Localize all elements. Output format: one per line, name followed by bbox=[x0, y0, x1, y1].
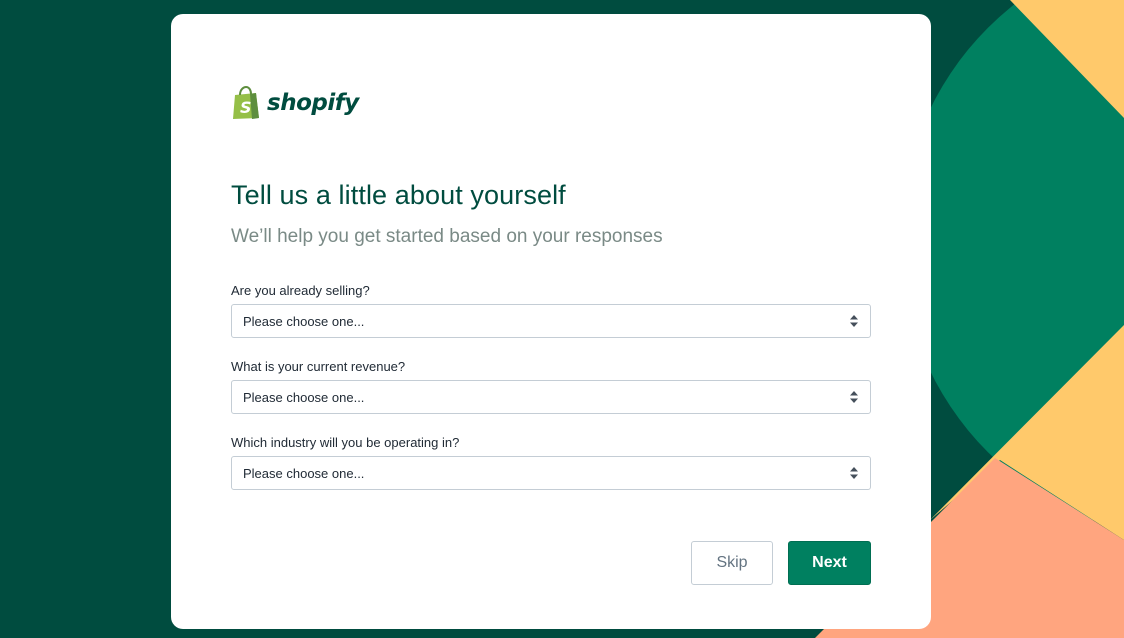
page-title: Tell us a little about yourself bbox=[231, 180, 566, 210]
field-current-revenue: What is your current revenue? Please cho… bbox=[231, 359, 871, 414]
select-arrows-icon bbox=[850, 391, 858, 403]
select-arrows-icon bbox=[850, 467, 858, 479]
current-revenue-select[interactable]: Please choose one... bbox=[231, 380, 871, 414]
page-subtitle: We’ll help you get started based on your… bbox=[231, 226, 663, 247]
select-value: Please choose one... bbox=[243, 466, 365, 481]
field-industry: Which industry will you be operating in?… bbox=[231, 435, 871, 490]
field-label: Which industry will you be operating in? bbox=[231, 435, 460, 450]
shopping-bag-icon: S bbox=[233, 86, 259, 119]
select-arrows-icon bbox=[850, 315, 858, 327]
industry-select[interactable]: Please choose one... bbox=[231, 456, 871, 490]
field-label: What is your current revenue? bbox=[231, 359, 406, 374]
shopify-logo: S shopify bbox=[231, 86, 359, 120]
field-already-selling: Are you already selling? Please choose o… bbox=[231, 283, 871, 338]
select-value: Please choose one... bbox=[243, 314, 365, 329]
onboarding-card: S shopify Tell us a little about yoursel… bbox=[171, 14, 931, 629]
svg-text:S: S bbox=[240, 98, 252, 117]
next-button[interactable]: Next bbox=[788, 541, 871, 585]
field-label: Are you already selling? bbox=[231, 283, 370, 298]
skip-button[interactable]: Skip bbox=[691, 541, 773, 585]
select-value: Please choose one... bbox=[243, 390, 365, 405]
brand-name: shopify bbox=[267, 90, 359, 116]
already-selling-select[interactable]: Please choose one... bbox=[231, 304, 871, 338]
